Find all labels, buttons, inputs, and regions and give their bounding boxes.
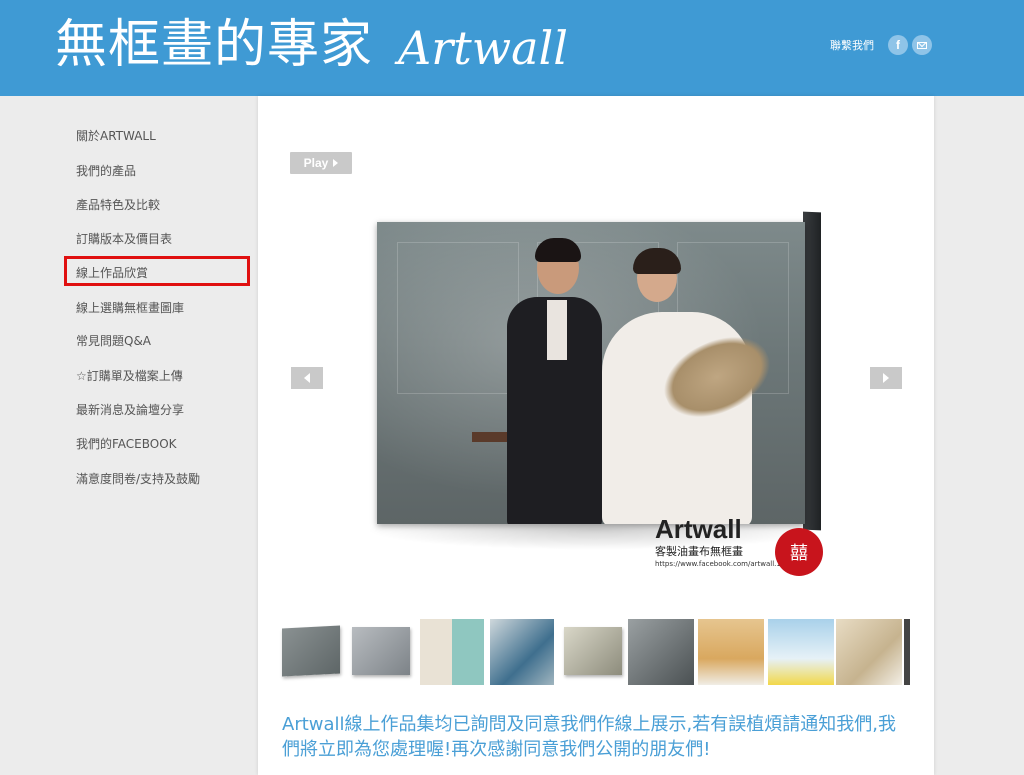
sidebar-item-shop-library[interactable]: 線上選購無框畫圖庫 [76, 300, 184, 316]
thumbnail-4[interactable] [488, 619, 554, 685]
groom-hair [535, 238, 581, 262]
seal-glyph: 囍 [790, 543, 808, 564]
thumbnail-image [420, 619, 484, 685]
sidebar-item-survey[interactable]: 滿意度問卷/支持及鼓勵 [76, 471, 200, 487]
thumbnail-3[interactable] [418, 619, 484, 685]
arrow-right-icon [883, 373, 889, 383]
thumbnail-10[interactable] [904, 619, 910, 685]
email-icon[interactable] [912, 35, 932, 55]
canvas-side-edge [803, 211, 821, 531]
sidebar-item-order-upload[interactable]: ☆訂購單及檔案上傳 [76, 368, 183, 384]
play-button[interactable]: Play [290, 152, 352, 174]
thumbnail-image [352, 627, 410, 675]
sidebar-item-about[interactable]: 關於ARTWALL [76, 128, 156, 144]
thumbnail-image [698, 619, 764, 685]
site-title[interactable]: 無框畫的專家 [55, 10, 373, 80]
wedding-photo-canvas [377, 222, 805, 524]
groom-shirt [547, 300, 567, 360]
sidebar-item-products[interactable]: 我們的產品 [76, 163, 136, 179]
facebook-icon[interactable]: f [888, 35, 908, 55]
thumbnail-6[interactable] [628, 619, 694, 685]
play-icon [333, 159, 339, 167]
thumbnail-1[interactable] [278, 619, 344, 685]
sidebar-item-news[interactable]: 最新消息及論壇分享 [76, 402, 184, 418]
brand-url: https://www.facebook.com/artwall.101 [655, 560, 790, 568]
play-label: Play [303, 156, 329, 170]
thumbnail-5[interactable] [560, 619, 626, 685]
envelope-glyph [917, 41, 927, 49]
double-happiness-seal-icon: 囍 [775, 528, 823, 576]
thumbnail-9[interactable] [836, 619, 902, 685]
sidebar-item-facebook[interactable]: 我們的FACEBOOK [76, 436, 177, 452]
thumbnail-image [490, 619, 554, 685]
selected-item-highlight [64, 256, 250, 286]
thumbnail-image [564, 627, 622, 675]
thumbnail-image [768, 619, 834, 685]
site-script-logo[interactable]: Artwall [398, 20, 568, 76]
previous-slide-button[interactable] [291, 367, 323, 389]
brand-name: Artwall [655, 514, 742, 544]
next-slide-button[interactable] [870, 367, 902, 389]
brand-subtitle: 客製油畫布無框畫 [655, 545, 743, 558]
brand-watermark: Artwall 客製油畫布無框畫 https://www.facebook.co… [655, 514, 790, 569]
contact-us-link[interactable]: 聯繫我們 [830, 38, 874, 54]
facebook-glyph: f [896, 38, 900, 52]
thumbnail-image [836, 619, 902, 685]
arrow-left-icon [304, 373, 310, 383]
sidebar-item-features[interactable]: 產品特色及比較 [76, 197, 160, 213]
thumbnail-strip [278, 619, 910, 685]
thumbnail-image [904, 619, 910, 685]
sidebar-item-faq[interactable]: 常見問題Q&A [76, 333, 151, 349]
thumbnail-7[interactable] [698, 619, 764, 685]
bride-hair [633, 248, 681, 274]
sidebar-item-pricing[interactable]: 訂購版本及價目表 [76, 231, 172, 247]
thumbnail-2[interactable] [348, 619, 414, 685]
wall-panel [397, 242, 519, 394]
slideshow-image[interactable]: Artwall 客製油畫布無框畫 https://www.facebook.co… [355, 210, 835, 600]
thumbnail-image [628, 619, 694, 685]
gallery-notice-text: Artwall線上作品集均已詢問及同意我們作線上展示,若有誤植煩請通知我們,我們… [282, 714, 896, 760]
header-bar: 無框畫的專家 Artwall 聯繫我們 f [0, 0, 1024, 96]
thumbnail-8[interactable] [768, 619, 834, 685]
thumbnail-image [282, 625, 340, 677]
